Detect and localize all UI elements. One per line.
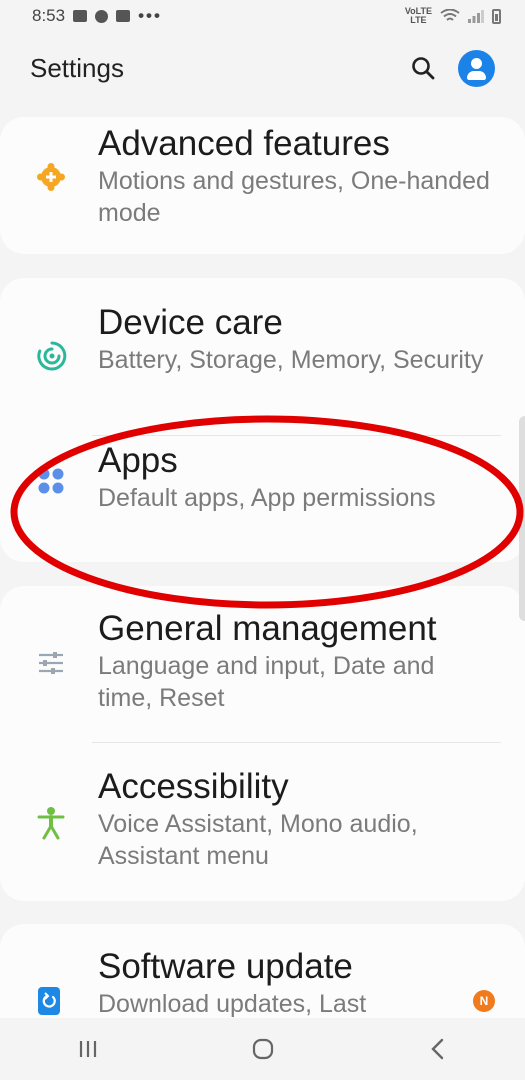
recent-apps-icon xyxy=(79,1041,96,1057)
software-update-icon xyxy=(38,987,60,1015)
home-icon xyxy=(252,1038,273,1060)
recent-apps-button[interactable] xyxy=(58,1029,118,1069)
scrollbar-thumb[interactable] xyxy=(519,416,525,621)
wifi-icon xyxy=(440,9,460,21)
setting-title: General management xyxy=(98,609,437,648)
settings-item-device-care[interactable]: Device care Battery, Storage, Memory, Se… xyxy=(0,278,525,436)
setting-subtitle: Motions and gestures, One-handed mode xyxy=(98,167,490,227)
setting-title: Accessibility xyxy=(98,767,289,806)
status-time: 8:53 xyxy=(32,6,66,25)
message-notification-icon xyxy=(116,10,131,22)
apps-grid-icon xyxy=(38,468,64,494)
settings-card-general: General management Language and input, D… xyxy=(0,586,525,901)
setting-subtitle: Download updates, Last xyxy=(98,990,367,1018)
setting-title: Advanced features xyxy=(98,124,390,163)
settings-item-accessibility[interactable]: Accessibility Voice Assistant, Mono audi… xyxy=(0,742,525,901)
setting-title: Apps xyxy=(98,441,178,480)
facebook-notification-icon xyxy=(95,9,109,23)
settings-card-advanced: Advanced features Motions and gestures, … xyxy=(0,117,525,254)
status-bar: 8:53 ••• VoLTE LTE xyxy=(0,0,525,32)
status-left: 8:53 ••• xyxy=(32,6,162,26)
setting-title: Software update xyxy=(98,947,353,986)
lte-label: LTE xyxy=(410,15,427,25)
new-update-badge: N xyxy=(473,990,495,1012)
back-icon xyxy=(430,1038,443,1060)
gear-plus-icon xyxy=(37,163,65,191)
header-actions xyxy=(410,49,495,87)
home-button[interactable] xyxy=(233,1029,293,1069)
volte-indicator: VoLTE LTE xyxy=(405,7,432,25)
settings-item-general-management[interactable]: General management Language and input, D… xyxy=(0,586,525,742)
setting-subtitle: Language and input, Date and time, Reset xyxy=(98,652,435,712)
status-right: VoLTE LTE xyxy=(405,7,501,25)
more-notifications-icon: ••• xyxy=(138,6,162,25)
search-icon[interactable] xyxy=(410,55,436,81)
settings-item-apps[interactable]: Apps Default apps, App permissions xyxy=(0,436,525,562)
accessibility-person-icon xyxy=(37,807,65,840)
gallery-notification-icon xyxy=(73,10,88,22)
page-title: Settings xyxy=(30,52,124,83)
app-header: Settings xyxy=(0,40,525,96)
account-icon[interactable] xyxy=(458,49,495,87)
setting-title: Device care xyxy=(98,303,283,342)
setting-subtitle: Voice Assistant, Mono audio, Assistant m… xyxy=(98,810,418,870)
sliders-icon xyxy=(39,652,63,674)
navigation-bar xyxy=(0,1018,525,1080)
settings-item-advanced-features[interactable]: Advanced features Motions and gestures, … xyxy=(0,117,525,254)
settings-card-device: Device care Battery, Storage, Memory, Se… xyxy=(0,278,525,562)
setting-subtitle: Default apps, App permissions xyxy=(98,484,436,512)
signal-icon xyxy=(468,10,484,23)
setting-subtitle: Battery, Storage, Memory, Security xyxy=(98,346,484,374)
back-button[interactable] xyxy=(408,1029,468,1069)
battery-icon xyxy=(492,8,501,24)
device-care-icon xyxy=(37,341,67,371)
